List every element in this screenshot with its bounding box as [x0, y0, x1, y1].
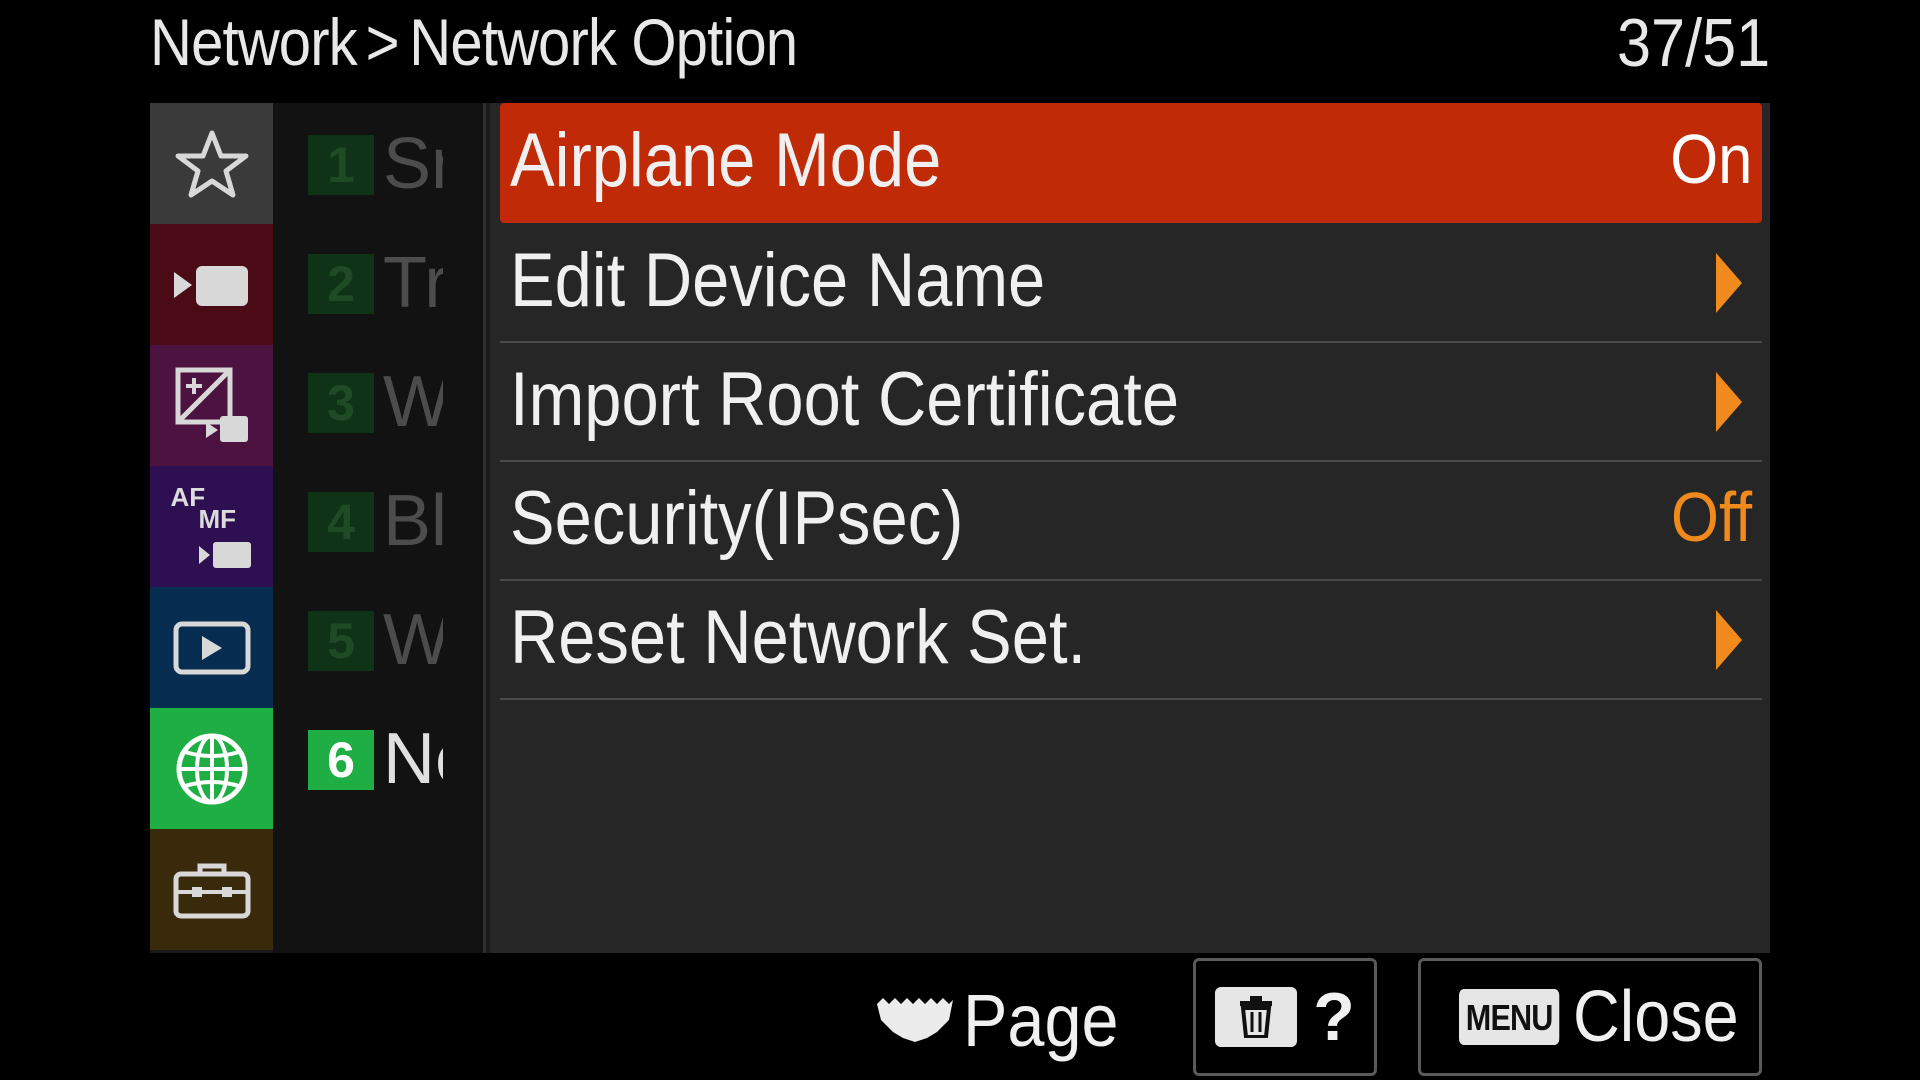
page-number: 1: [308, 135, 374, 195]
page-label: W: [383, 362, 443, 442]
globe-icon: [176, 733, 247, 804]
menu-item-airplane-mode[interactable]: Airplane Mode On: [500, 103, 1762, 223]
page-title: Network Option: [409, 5, 798, 79]
page-label: Sr: [383, 124, 443, 204]
page-item-active[interactable]: 6 Ne: [273, 698, 483, 817]
control-dial-icon: [877, 998, 953, 1042]
menu-item-value: On: [1669, 120, 1752, 198]
page-item[interactable]: 3 W: [273, 341, 483, 460]
page-number: 5: [308, 611, 374, 671]
menu-item-value: Off: [1670, 478, 1752, 556]
menu-item-label: Import Root Certificate: [510, 357, 1180, 442]
breadcrumb: Network > Network Option: [150, 4, 798, 80]
menu-item-reset-network-set[interactable]: Reset Network Set.: [500, 580, 1762, 700]
menu-item-label: Security(IPsec): [510, 476, 964, 561]
close-label: Close: [1573, 977, 1739, 1057]
submenu-arrow-icon: [1716, 253, 1742, 313]
category-sidebar: AF MF: [150, 103, 273, 953]
breadcrumb-separator: >: [365, 5, 400, 79]
help-label: ?: [1313, 979, 1355, 1055]
page-label: Bl: [383, 481, 443, 561]
page-number: 4: [308, 492, 374, 552]
mf-label: MF: [198, 503, 237, 534]
menu-key-icon: MENU: [1459, 989, 1560, 1045]
category-my-menu[interactable]: [150, 103, 273, 224]
page-item[interactable]: 1 Sr: [273, 103, 483, 222]
page-number: 2: [308, 254, 374, 314]
page-label: Ne: [383, 719, 443, 799]
submenu-arrow-icon: [1716, 372, 1742, 432]
trash-key: [1215, 987, 1298, 1047]
playback-icon: [173, 621, 250, 674]
menu-item-edit-device-name[interactable]: Edit Device Name: [500, 223, 1762, 343]
page-item[interactable]: 2 Tr: [273, 222, 483, 341]
page-label: W: [383, 600, 443, 680]
page-item[interactable]: 5 W: [273, 579, 483, 698]
category-exposure-color[interactable]: [150, 345, 273, 466]
star-icon: [175, 130, 248, 197]
movie-shooting-icon: [173, 265, 248, 306]
movie-mini-icon: [198, 541, 251, 568]
page-number: 6: [308, 730, 374, 790]
menu-item-security-ipsec[interactable]: Security(IPsec) Off: [500, 461, 1762, 581]
menu-list: Airplane Mode On Edit Device Name Import…: [490, 103, 1770, 953]
trash-icon: [1240, 996, 1273, 1038]
menu-item-label: Reset Network Set.: [510, 595, 1087, 680]
menu-item-label: Edit Device Name: [510, 238, 1046, 323]
page-list: 1 Sr 2 Tr 3 W 4 Bl 5 W 6 Ne: [273, 103, 483, 953]
page-item[interactable]: 4 Bl: [273, 460, 483, 579]
menu-panel: AF MF 1 S 2 Tr 3 W 4 Bl 5 W 6 N Airplane…: [150, 103, 1770, 953]
category-shooting[interactable]: [150, 224, 273, 345]
page-label: Tr: [383, 243, 443, 323]
footer-page-hint[interactable]: Page: [875, 975, 1136, 1065]
close-button[interactable]: MENU Close: [1418, 958, 1762, 1076]
category-network[interactable]: [150, 708, 273, 829]
menu-item-import-root-certificate[interactable]: Import Root Certificate: [500, 342, 1762, 462]
af-mf-icon: AF MF: [167, 482, 257, 572]
menu-item-label: Airplane Mode: [510, 118, 942, 203]
header: Network > Network Option 37/51: [150, 0, 1770, 100]
page-hint-label: Page: [963, 978, 1119, 1062]
breadcrumb-parent: Network: [150, 5, 358, 79]
submenu-arrow-icon: [1716, 610, 1742, 670]
page-number: 3: [308, 373, 374, 433]
toolbox-icon: [173, 863, 250, 918]
exposure-color-icon: [175, 367, 248, 442]
category-playback[interactable]: [150, 587, 273, 708]
column-divider: [483, 103, 486, 953]
category-focus[interactable]: AF MF: [150, 466, 273, 587]
help-button[interactable]: ?: [1193, 958, 1377, 1076]
category-setup[interactable]: [150, 829, 273, 950]
page-counter: 37/51: [1616, 5, 1770, 81]
